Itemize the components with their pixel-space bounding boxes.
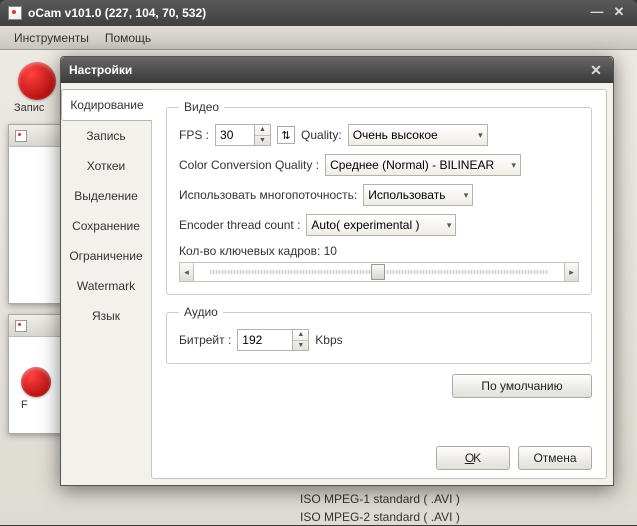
tab-hotkeys[interactable]: Хоткеи	[61, 151, 151, 181]
defaults-button[interactable]: По умолчанию	[452, 374, 592, 398]
multithread-combo[interactable]: Использовать	[363, 184, 473, 206]
record-button-small[interactable]	[21, 367, 51, 397]
spin-down-icon[interactable]: ▼	[255, 136, 270, 146]
threadcount-combo[interactable]: Auto( experimental )	[306, 214, 456, 236]
ok-button[interactable]: OK	[436, 446, 510, 470]
bitrate-unit: Kbps	[315, 333, 342, 347]
spin-up-icon[interactable]: ▲	[293, 330, 308, 341]
bitrate-spinner[interactable]: ▲▼	[237, 329, 309, 351]
tab-selection[interactable]: Выделение	[61, 181, 151, 211]
fps-label: FPS :	[179, 128, 209, 142]
slider-right-icon[interactable]: ▸	[564, 263, 578, 281]
dialog-close-icon[interactable]: ✕	[587, 62, 605, 78]
panel-icon	[15, 130, 27, 142]
tab-encoding[interactable]: Кодирование	[61, 89, 152, 121]
close-icon[interactable]: ✕	[609, 5, 629, 21]
video-legend: Видео	[179, 100, 224, 114]
quality-label: Quality:	[301, 128, 342, 142]
tab-language[interactable]: Язык	[61, 301, 151, 331]
multithread-label: Использовать многопоточность:	[179, 188, 357, 202]
video-group: Видео FPS : ▲▼ ⇅ Quality: Очень высокое …	[166, 100, 592, 295]
cancel-button[interactable]: Отмена	[518, 446, 592, 470]
codec-item[interactable]: ISO MPEG-2 standard ( .AVI )	[300, 508, 460, 526]
codec-list: ISO MPEG-1 standard ( .AVI ) ISO MPEG-2 …	[300, 490, 460, 526]
dialog-title: Настройки	[69, 63, 132, 77]
keyframes-label: Кол-во ключевых кадров: 10	[179, 244, 337, 258]
app-icon	[8, 6, 22, 20]
menubar: Инструменты Помощь	[0, 26, 637, 50]
minimize-icon[interactable]: —	[587, 5, 607, 21]
spin-down-icon[interactable]: ▼	[293, 341, 308, 351]
tab-record[interactable]: Запись	[61, 121, 151, 151]
keyframes-slider[interactable]: ◂ ▸	[179, 262, 579, 282]
slider-thumb[interactable]	[371, 264, 385, 280]
bitrate-input[interactable]	[237, 329, 293, 351]
ccq-combo[interactable]: Среднее (Normal) - BILINEAR	[325, 154, 521, 176]
threadcount-label: Encoder thread count :	[179, 218, 300, 232]
record-button[interactable]	[18, 62, 56, 100]
codec-item[interactable]: ISO MPEG-1 standard ( .AVI )	[300, 490, 460, 508]
quality-combo[interactable]: Очень высокое	[348, 124, 488, 146]
main-titlebar[interactable]: oCam v101.0 (227, 104, 70, 532) — ✕	[0, 0, 637, 26]
fps-spinner[interactable]: ▲▼	[215, 124, 271, 146]
menu-help[interactable]: Помощь	[97, 29, 159, 47]
audio-legend: Аудио	[179, 305, 223, 319]
tab-limit[interactable]: Ограничение	[61, 241, 151, 271]
audio-group: Аудио Битрейт : ▲▼ Kbps	[166, 305, 592, 364]
tab-content: Видео FPS : ▲▼ ⇅ Quality: Очень высокое …	[151, 89, 607, 479]
ccq-label: Color Conversion Quality :	[179, 158, 319, 172]
bitrate-label: Битрейт :	[179, 333, 231, 347]
fps-input[interactable]	[215, 124, 255, 146]
panel-icon	[15, 320, 27, 332]
spin-up-icon[interactable]: ▲	[255, 125, 270, 136]
tab-watermark[interactable]: Watermark	[61, 271, 151, 301]
settings-dialog: Настройки ✕ Кодирование Запись Хоткеи Вы…	[60, 56, 614, 486]
tabs-list: Кодирование Запись Хоткеи Выделение Сохр…	[61, 83, 151, 485]
dialog-titlebar[interactable]: Настройки ✕	[61, 57, 613, 83]
tab-save[interactable]: Сохранение	[61, 211, 151, 241]
main-title: oCam v101.0 (227, 104, 70, 532)	[28, 6, 206, 20]
menu-tools[interactable]: Инструменты	[6, 29, 97, 47]
swap-icon[interactable]: ⇅	[277, 126, 295, 144]
slider-left-icon[interactable]: ◂	[180, 263, 194, 281]
